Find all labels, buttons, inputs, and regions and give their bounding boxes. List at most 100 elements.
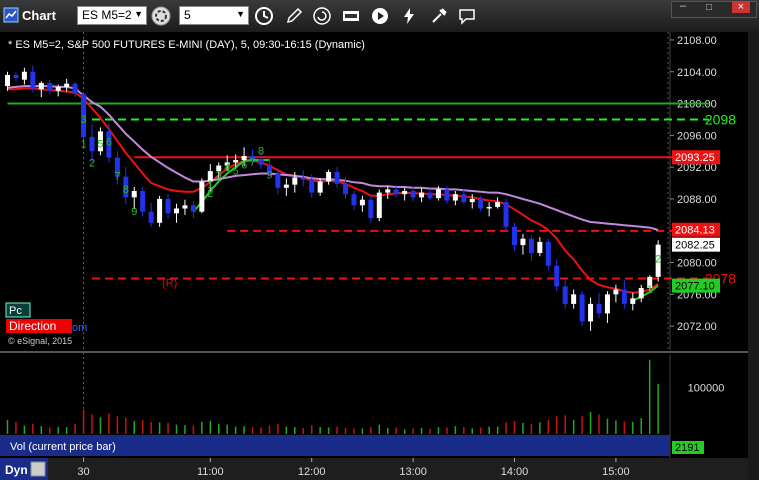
candle-body bbox=[64, 83, 70, 87]
candle-body bbox=[495, 202, 501, 207]
maximize-button[interactable]: □ bbox=[706, 2, 712, 13]
candle-body bbox=[47, 82, 53, 91]
time-tick-label: 13:00 bbox=[399, 466, 427, 478]
clock-icon[interactable] bbox=[254, 6, 274, 26]
lightning-icon[interactable] bbox=[399, 6, 419, 26]
minimize-button[interactable]: – bbox=[680, 0, 686, 12]
candle-body bbox=[478, 198, 484, 209]
candle-body bbox=[21, 71, 27, 80]
interval-value: 5 bbox=[184, 8, 191, 22]
vertical-scrollbar bbox=[748, 32, 759, 480]
symbol-input[interactable]: ES M5=2 ▼ bbox=[77, 6, 147, 25]
settings-icon[interactable] bbox=[429, 6, 449, 26]
candle-body bbox=[140, 191, 146, 212]
price-tick-label: 2108.00 bbox=[677, 35, 717, 47]
candle-body bbox=[38, 82, 44, 90]
candle-body bbox=[174, 208, 179, 214]
candle-body bbox=[503, 202, 509, 227]
price-label-text: 2093.25 bbox=[675, 152, 715, 164]
candle-body bbox=[461, 194, 467, 203]
candle-body bbox=[199, 181, 205, 212]
candle-body bbox=[343, 183, 348, 195]
bar-count-label: 5 bbox=[233, 166, 239, 178]
candle-body bbox=[131, 191, 137, 198]
candle-body bbox=[72, 83, 78, 95]
close-button[interactable]: × bbox=[731, 1, 750, 13]
bar-count-label: 6 bbox=[106, 136, 112, 148]
price-tick-label: 2096.00 bbox=[677, 130, 717, 142]
refresh-settings-icon[interactable] bbox=[151, 6, 171, 26]
bar-count-label: 1 bbox=[81, 138, 87, 150]
bar-count-label: 3 bbox=[216, 169, 222, 181]
bar-count-label: 9 bbox=[131, 206, 137, 218]
bar-count-label: 1 bbox=[647, 284, 653, 296]
bar-count-label: 9 bbox=[266, 170, 272, 182]
chevron-down-icon: ▼ bbox=[134, 9, 143, 19]
candle-body bbox=[621, 289, 627, 304]
candle-body bbox=[545, 241, 551, 266]
time-tick-label: 15:00 bbox=[602, 466, 630, 478]
annotation-label: (R) bbox=[162, 277, 177, 289]
candle-body bbox=[326, 171, 332, 182]
price-axis-pane bbox=[670, 32, 745, 350]
candle-body bbox=[55, 86, 61, 91]
pencil-icon[interactable] bbox=[284, 6, 304, 26]
candle-body bbox=[148, 211, 154, 223]
bar-count-label: 2 bbox=[89, 157, 95, 169]
candle-body bbox=[638, 287, 644, 299]
volume-value-label: 2191 bbox=[675, 442, 699, 454]
candle-body bbox=[613, 289, 619, 295]
candle-body bbox=[233, 159, 239, 163]
chevron-down-icon: ▼ bbox=[236, 9, 245, 19]
dyn-button-label: Dyn bbox=[5, 463, 28, 477]
candle-body bbox=[300, 177, 306, 180]
zoom-icon bbox=[30, 461, 46, 477]
chart-area: 2108.002104.002100.002096.002092.002088.… bbox=[0, 32, 759, 480]
candle-body bbox=[275, 173, 281, 188]
symbol-value: ES M5=2 bbox=[82, 8, 132, 22]
bar-count-label: 8 bbox=[258, 146, 264, 158]
bar-count-label: 7 bbox=[114, 170, 120, 182]
candle-body bbox=[596, 303, 602, 314]
volume-tick-label: 100000 bbox=[688, 383, 725, 395]
time-tick-label: 11:00 bbox=[197, 466, 224, 478]
price-tick-label: 2104.00 bbox=[677, 67, 717, 79]
candle-body bbox=[317, 181, 323, 193]
price-label-text: 2082.25 bbox=[675, 240, 715, 252]
candle-body bbox=[469, 198, 475, 203]
price-tick-label: 2080.00 bbox=[677, 258, 717, 270]
interval-input[interactable]: 5 ▼ bbox=[179, 6, 249, 25]
candle-body bbox=[452, 194, 458, 201]
price-tick-label: 2072.00 bbox=[677, 321, 717, 333]
candle-body bbox=[444, 189, 450, 201]
bar-count-label: 1 bbox=[207, 179, 213, 191]
candle-body bbox=[604, 294, 610, 314]
candle-body bbox=[579, 294, 585, 322]
time-axis-background bbox=[0, 458, 748, 480]
play-icon[interactable] bbox=[370, 6, 390, 26]
comment-icon[interactable] bbox=[457, 6, 477, 26]
refresh-icon[interactable] bbox=[312, 6, 332, 26]
candle-body bbox=[588, 303, 594, 322]
bar-count-label: 5 bbox=[97, 138, 103, 150]
candle-body bbox=[165, 198, 171, 214]
bar-count-label: 2 bbox=[655, 253, 661, 265]
direction-badge-label: Direction bbox=[9, 319, 56, 333]
candle-body bbox=[13, 74, 19, 79]
title-bar: Chart ES M5=2 ▼ 5 ▼ – □ × bbox=[0, 0, 759, 33]
chart-title: * ES M5=2, S&P 500 FUTURES E-MINI (DAY),… bbox=[8, 39, 365, 51]
time-tick-label: 12:00 bbox=[298, 466, 326, 478]
price-label-text: 2084.13 bbox=[675, 225, 715, 237]
candle-body bbox=[427, 192, 433, 199]
chart-window: Chart ES M5=2 ▼ 5 ▼ – □ × 2108.00 2104.0… bbox=[0, 0, 759, 480]
candle-body bbox=[368, 199, 374, 219]
candle-body bbox=[351, 194, 357, 206]
quote-icon[interactable] bbox=[341, 6, 361, 26]
bar-count-label: 8 bbox=[123, 184, 129, 196]
direction-badge-suffix: om bbox=[72, 322, 87, 334]
candle-body bbox=[393, 189, 399, 195]
window-title: Chart bbox=[22, 8, 56, 23]
candle-body bbox=[486, 206, 492, 209]
window-controls: – □ × bbox=[671, 0, 757, 18]
pc-badge-label: Pc bbox=[9, 305, 22, 317]
